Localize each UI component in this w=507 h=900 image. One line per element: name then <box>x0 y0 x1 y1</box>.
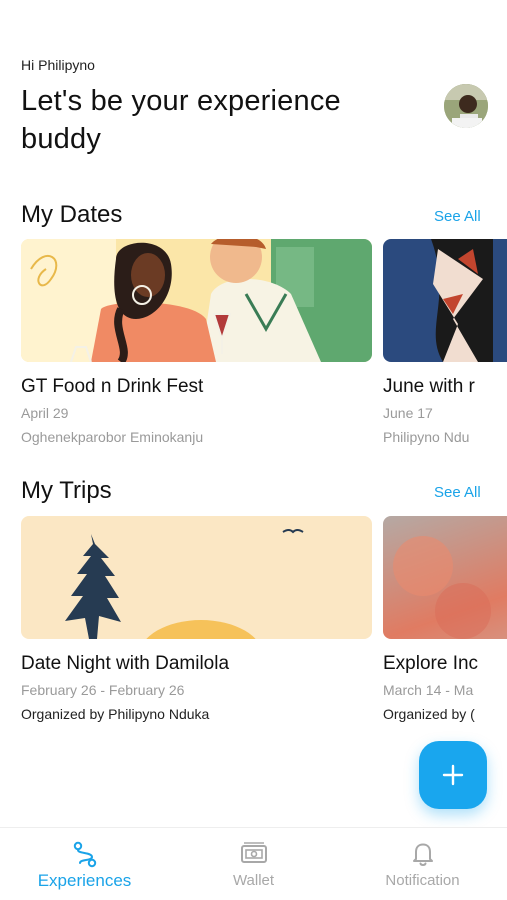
bell-icon <box>412 843 433 866</box>
route-icon <box>73 841 96 868</box>
trip-card[interactable]: Date Night with Damilola February 26 - F… <box>21 516 372 722</box>
trip-card-image <box>383 516 507 639</box>
date-card-host: Philipyno Ndu <box>383 429 470 445</box>
trip-card-organizer: Organized by ( <box>383 706 475 722</box>
trip-card-organizer: Organized by Philipyno Nduka <box>21 706 210 722</box>
tab-experiences-label: Experiences <box>37 871 132 890</box>
date-card-image <box>383 239 507 362</box>
trips-carousel[interactable]: Date Night with Damilola February 26 - F… <box>0 516 507 756</box>
date-card-date: June 17 <box>383 405 433 421</box>
trip-card[interactable]: Explore Inc March 14 - Ma Organized by ( <box>383 516 507 722</box>
add-experience-button[interactable] <box>419 741 487 809</box>
trip-card-date: March 14 - Ma <box>383 682 474 698</box>
date-card[interactable]: June with r June 17 Philipyno Ndu <box>383 239 507 445</box>
greeting-text: Hi Philipyno <box>21 57 95 73</box>
see-all-dates-link[interactable]: See All <box>434 208 481 225</box>
tab-wallet-label: Wallet <box>232 872 275 889</box>
dates-carousel[interactable]: GT Food n Drink Fest April 29 Oghenekpar… <box>0 239 507 479</box>
date-card-title: June with r <box>383 376 475 397</box>
trip-card-title: Explore Inc <box>383 653 479 674</box>
bottom-tab-bar: Experiences Wallet Notification <box>0 827 507 900</box>
see-all-trips-link[interactable]: See All <box>434 484 481 501</box>
date-card-host: Oghenekparobor Eminokanju <box>21 429 204 445</box>
wallet-icon <box>240 842 267 863</box>
date-card-title: GT Food n Drink Fest <box>21 376 204 397</box>
avatar[interactable] <box>444 84 488 128</box>
trip-card-title: Date Night with Damilola <box>21 653 230 674</box>
date-card-image <box>21 239 372 362</box>
trip-card-image <box>21 516 372 639</box>
tab-wallet[interactable]: Wallet <box>169 828 338 900</box>
section-title-dates: My Dates <box>21 201 123 228</box>
trip-card-date: February 26 - February 26 <box>21 682 185 698</box>
section-title-trips: My Trips <box>21 477 112 504</box>
tab-experiences[interactable]: Experiences <box>0 828 169 900</box>
page-headline: Let's be your experience buddy <box>21 85 341 155</box>
plus-icon <box>442 764 464 786</box>
date-card[interactable]: GT Food n Drink Fest April 29 Oghenekpar… <box>21 239 372 445</box>
tab-notification[interactable]: Notification <box>338 828 507 900</box>
date-card-date: April 29 <box>21 405 69 421</box>
tab-notification-label: Notification <box>385 872 460 889</box>
